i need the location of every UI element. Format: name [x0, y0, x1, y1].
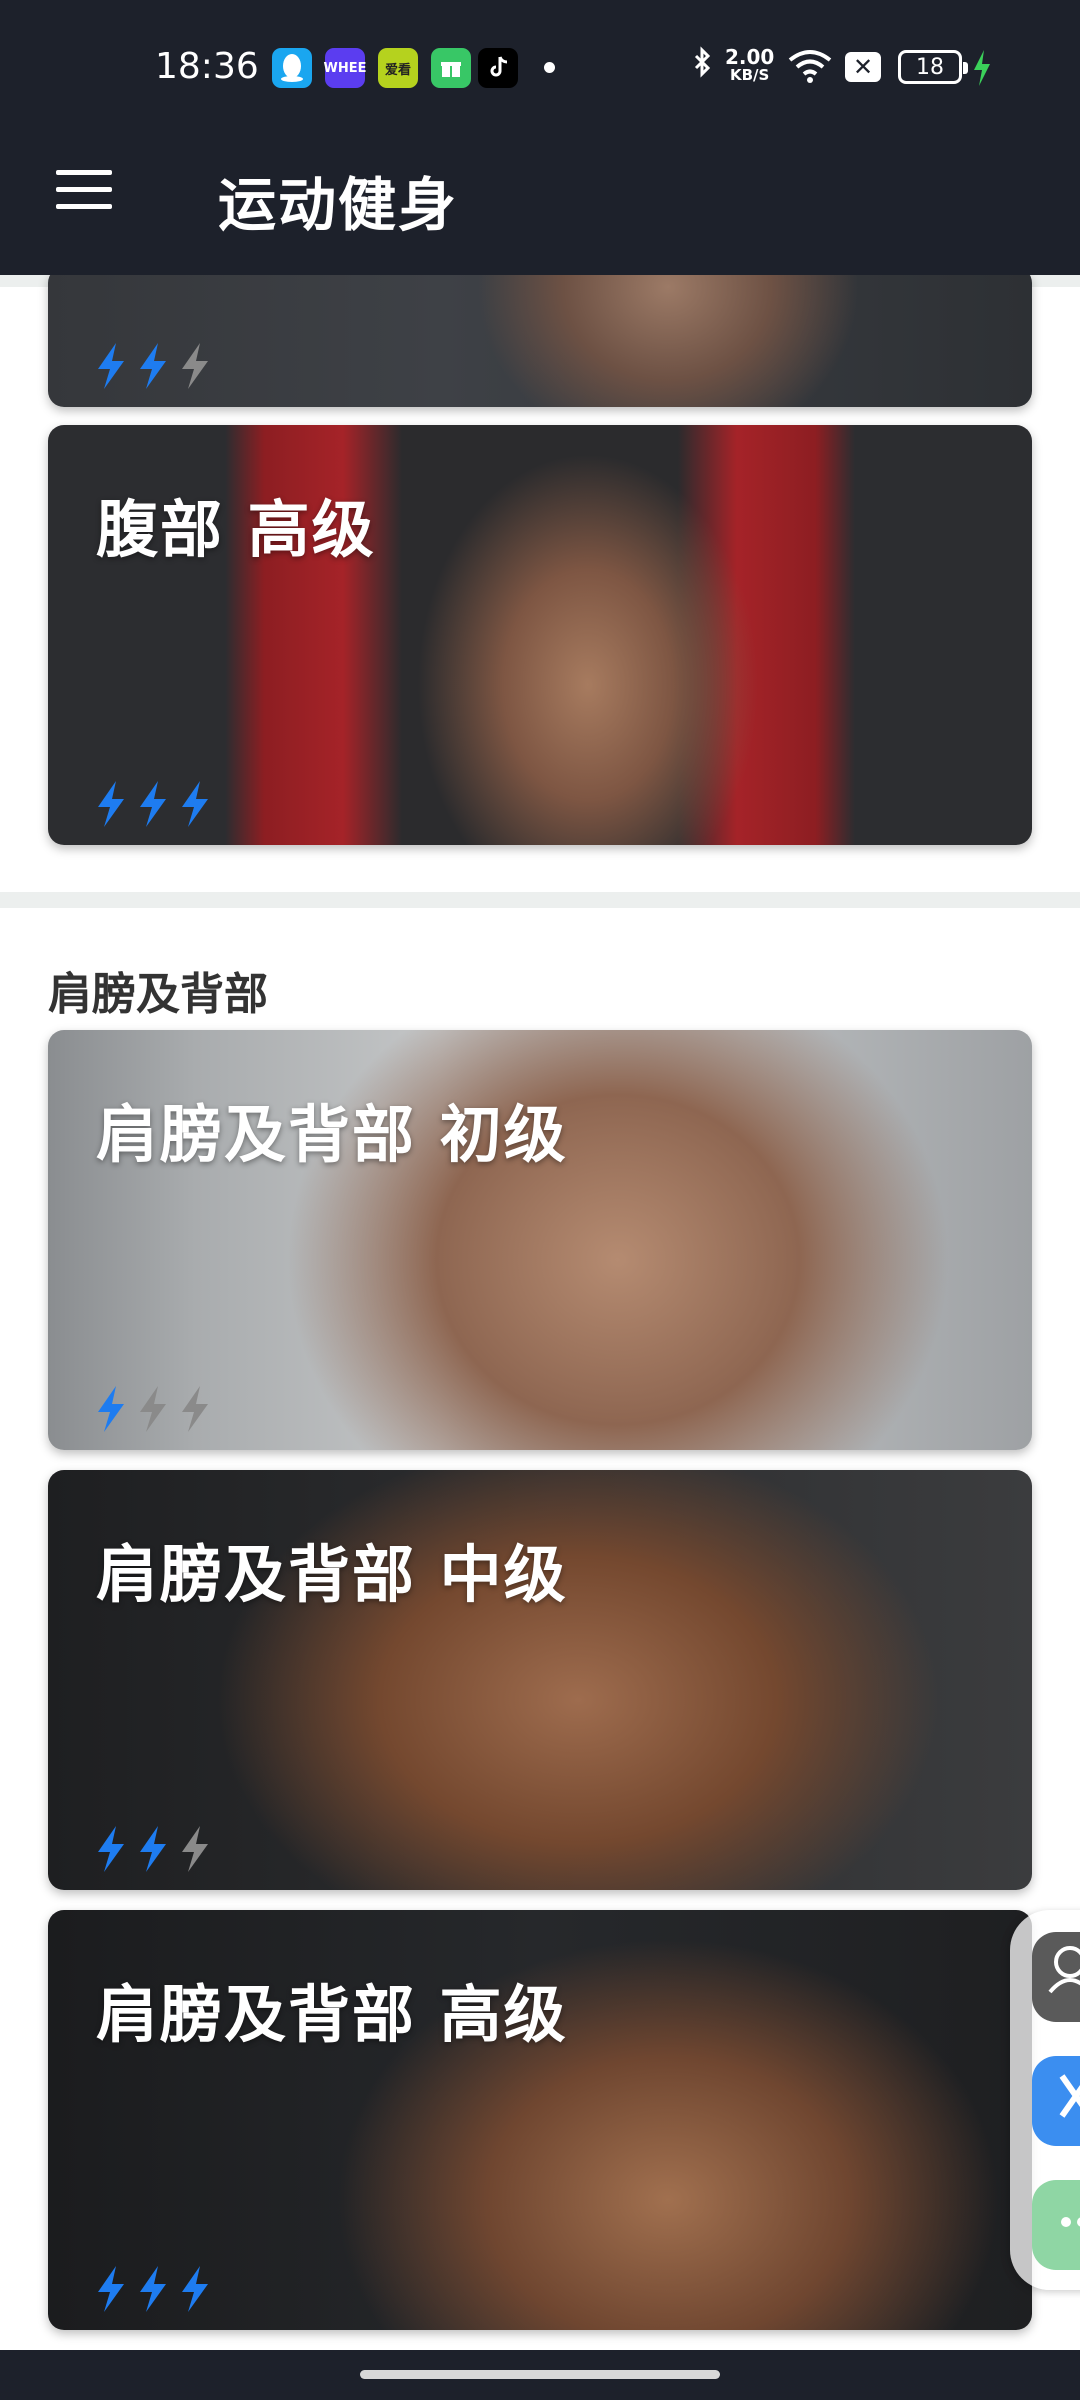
card-title: 肩膀及背部 中级 [96, 1538, 568, 1611]
lightning-icon [98, 343, 124, 389]
aiqiyi-label: 爱看 [384, 62, 411, 78]
floating-more-icon[interactable] [1032, 2180, 1080, 2270]
whee-label: WHEE [323, 60, 367, 76]
difficulty-rating [94, 343, 212, 389]
battery-icon: 18 [898, 50, 968, 84]
lightning-icon [140, 343, 166, 389]
lightning-icon [98, 2266, 124, 2312]
lightning-icon [182, 1386, 208, 1432]
home-gesture-handle[interactable] [360, 2370, 720, 2379]
tiktok-icon [478, 48, 518, 88]
lightning-icon [140, 1386, 166, 1432]
section-abs: 腹部 高级 [0, 275, 1080, 892]
workout-card-shoulder-back-beginner[interactable]: 肩膀及背部 初级 [48, 1030, 1032, 1450]
top-app-bar: 18:36 WHEE 爱看 2.00 KB/S ✕ 18 运动健身 [0, 0, 1080, 275]
gift-icon [431, 48, 471, 88]
lightning-icon [140, 2266, 166, 2312]
difficulty-rating [94, 2266, 212, 2312]
floating-assistant-icon[interactable] [1032, 1932, 1080, 2022]
card-title: 肩膀及背部 初级 [96, 1098, 568, 1171]
workout-card-shoulder-back-advanced[interactable]: 肩膀及背部 高级 [48, 1910, 1032, 2330]
workout-card-abs-advanced[interactable]: 腹部 高级 [48, 425, 1032, 845]
lightning-icon [140, 781, 166, 827]
lightning-icon [98, 1386, 124, 1432]
whee-icon: WHEE [323, 48, 367, 88]
floating-tools-icon[interactable] [1032, 2056, 1080, 2146]
lightning-icon [98, 781, 124, 827]
bluetooth-icon [694, 46, 711, 78]
section-shoulder-back: 肩膀及背部 肩膀及背部 初级 肩膀及背部 中级 肩膀及背部 高级 [0, 908, 1080, 2350]
network-speed: 2.00 KB/S [725, 47, 774, 84]
section-title: 肩膀及背部 [48, 969, 268, 1020]
speed-unit: KB/S [730, 66, 770, 84]
system-navigation-bar [0, 2350, 1080, 2400]
workout-card-shoulder-back-intermediate[interactable]: 肩膀及背部 中级 [48, 1470, 1032, 1890]
card-title: 腹部 高级 [96, 493, 376, 566]
card-title: 肩膀及背部 高级 [96, 1978, 568, 2051]
difficulty-rating [94, 1826, 212, 1872]
lightning-icon [182, 2266, 208, 2312]
more-notifications-dot [544, 62, 555, 73]
lightning-icon [182, 1826, 208, 1872]
workout-card-abs-intermediate[interactable] [48, 275, 1032, 407]
qq-icon [272, 48, 312, 88]
page-title: 运动健身 [218, 171, 459, 239]
difficulty-rating [94, 1386, 212, 1432]
lightning-icon [98, 1826, 124, 1872]
status-time: 18:36 [155, 46, 259, 87]
battery-level: 18 [916, 54, 944, 80]
wifi-icon [788, 50, 832, 83]
menu-icon[interactable] [56, 170, 112, 210]
status-bar: 18:36 WHEE 爱看 2.00 KB/S ✕ 18 [0, 30, 1080, 106]
lightning-icon [140, 1826, 166, 1872]
aiqiyi-icon: 爱看 [378, 48, 418, 88]
lightning-icon [182, 343, 208, 389]
no-sim-icon: ✕ [845, 52, 881, 82]
workout-list[interactable]: 腹部 高级 肩膀及背部 肩膀及背部 初级 肩膀及背部 中级 肩膀及背部 高级 [0, 275, 1080, 2350]
floating-sidebar[interactable] [1010, 1910, 1080, 2290]
lightning-icon [182, 781, 208, 827]
charging-icon [974, 50, 990, 86]
difficulty-rating [94, 781, 212, 827]
